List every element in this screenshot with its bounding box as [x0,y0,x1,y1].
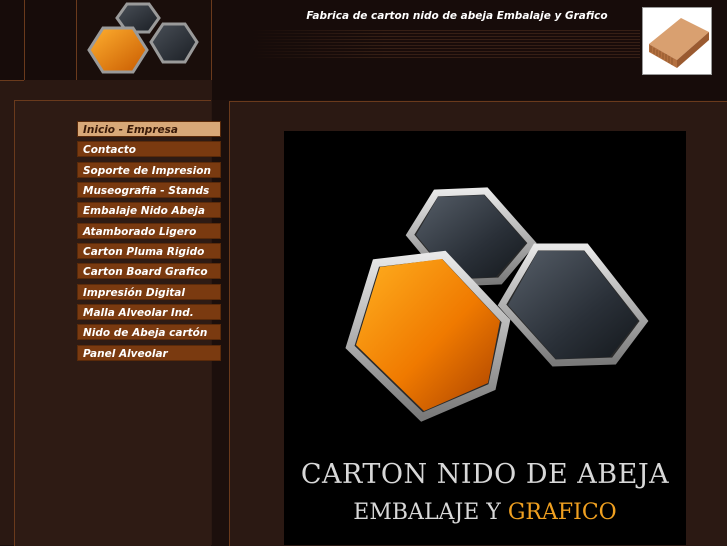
header-stripes [248,30,640,58]
main-navigation: Inicio - Empresa Contacto Soporte de Imp… [77,121,221,365]
hexagon-logo-icon [87,2,199,74]
banner-subheading-part1: EMBALAJE Y [353,500,501,525]
nav-item-impresion-digital[interactable]: Impresión Digital [77,283,221,300]
cardboard-panel-icon [649,18,709,68]
nav-item-inicio-empresa[interactable]: Inicio - Empresa [77,121,221,137]
nav-item-museografia-stands[interactable]: Museografia - Stands [77,182,221,199]
nav-item-nido-de-abeja-carton[interactable]: Nido de Abeja cartón [77,324,221,341]
banner-subheading-part2: GRAFICO [507,500,617,525]
nav-item-panel-alveolar[interactable]: Panel Alveolar [77,344,221,361]
banner-subheading: EMBALAJE Y GRAFICO [284,500,686,525]
site-title: Fabrica de carton nido de abeja Embalaje… [306,10,608,22]
honeycomb-board-thumbnail [642,7,712,75]
nav-item-atamborado-ligero[interactable]: Atamborado Ligero [77,222,221,239]
banner-heading: CARTON NIDO DE ABEJA [300,459,670,490]
page: Fabrica de carton nido de abeja Embalaje… [0,0,727,546]
honeycomb-logo-icon [345,187,649,422]
brand-banner: CARTON NIDO DE ABEJA EMBALAJE Y GRAFICO [284,131,686,545]
nav-item-embalaje-nido-abeja[interactable]: Embalaje Nido Abeja [77,202,221,219]
nav-item-carton-board-grafico[interactable]: Carton Board Grafico [77,263,221,280]
logo-frame [76,0,212,81]
nav-item-contacto[interactable]: Contacto [77,141,221,158]
nav-item-malla-alveolar[interactable]: Malla Alveolar Ind. [77,304,221,321]
header-left-frame [24,0,77,81]
nav-item-carton-pluma-rigido[interactable]: Carton Pluma Rigido [77,243,221,260]
nav-item-soporte-de-impresion[interactable]: Soporte de Impresion [77,161,221,178]
